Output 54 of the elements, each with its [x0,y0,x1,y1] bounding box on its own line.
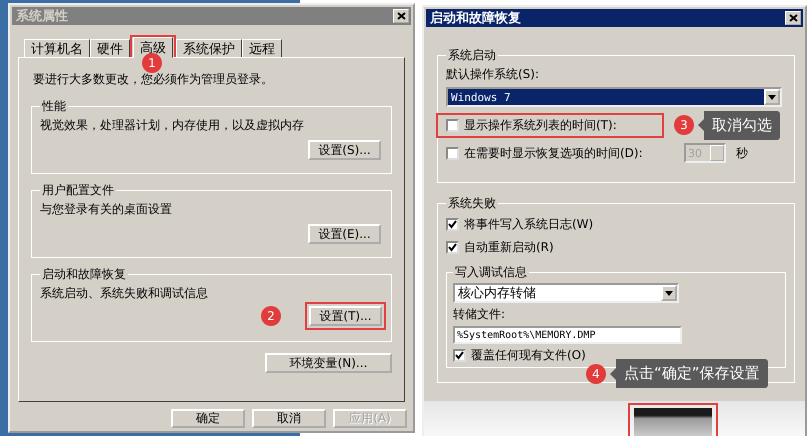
window-title: 系统属性 [16,8,68,25]
dialog-button[interactable]: 取消 [252,409,326,428]
step-badge: 1 [142,53,162,73]
group-title: 系统启动 [447,47,497,64]
hint-tooltip: 取消勾选 [698,110,780,140]
caret-icon [768,94,776,100]
step-badge: 2 [261,306,281,326]
field-label: 默认操作系统(S): [446,66,540,83]
checkbox-label: 显示操作系统列表的时间(T): [464,116,617,134]
tab[interactable]: 计算机名 [24,39,90,57]
group-title: 写入调试信息 [454,264,528,281]
unit-label: 秒 [736,144,748,162]
step-badge: 4 [586,364,606,384]
checkbox-label: 将事件写入系统日志(W) [464,216,594,233]
settings-button[interactable]: 设置(T)... [309,306,382,326]
tab[interactable]: 远程 [242,39,282,57]
dump-file-field[interactable]: %SystemRoot%\MEMORY.DMP [453,326,682,344]
blurred-button[interactable] [634,408,712,436]
environment-variables-button[interactable]: 环境变量(N)... [265,353,392,373]
field-label: 转储文件: [453,306,506,323]
close-button[interactable] [785,11,801,25]
checkbox-label: 自动重新启动(R) [464,239,554,256]
group-description: 系统启动、系统失败和调试信息 [40,285,209,302]
os-dropdown[interactable]: Windows 7 [446,87,782,107]
checkbox[interactable] [453,349,466,362]
group-title: 用户配置文件 [41,182,115,199]
checkbox[interactable] [446,118,459,132]
checkbox[interactable] [446,146,459,160]
settings-button[interactable]: 设置(E)... [308,224,381,244]
group-title: 启动和故障恢复 [41,266,127,283]
tab[interactable]: 高级 [133,37,173,58]
checkbox[interactable] [446,218,459,231]
checkbox-label: 在需要时显示恢复选项的时间(D): [464,144,643,162]
tab[interactable]: 系统保护 [176,39,242,57]
hint-tooltip: 点击“确定”保存设置 [610,359,768,388]
checkbox-label: 覆盖任何现有文件(O) [471,347,586,364]
close-button[interactable] [393,9,409,23]
dialog-button[interactable]: 确定 [171,409,245,428]
notice-text: 要进行大多数更改，您必须作为管理员登录。 [33,71,274,88]
window-title: 启动和故障恢复 [430,10,521,27]
dump-type-dropdown[interactable]: 核心内存转储 [453,283,679,303]
close-icon [788,14,798,22]
group-title: 性能 [40,98,67,115]
dropdown-button[interactable] [764,89,780,105]
group-title: 系统失败 [447,195,497,212]
caret-icon [665,290,673,296]
checkbox[interactable] [446,241,459,254]
group-description: 与您登录有关的桌面设置 [40,201,173,218]
group-description: 视觉效果，处理器计划，内存使用，以及虚拟内存 [40,117,305,134]
settings-button[interactable]: 设置(S)... [308,140,381,160]
step-badge: 3 [674,115,694,135]
dropdown-button[interactable] [661,285,677,301]
close-icon [396,12,406,20]
tab[interactable]: 硬件 [90,39,130,57]
